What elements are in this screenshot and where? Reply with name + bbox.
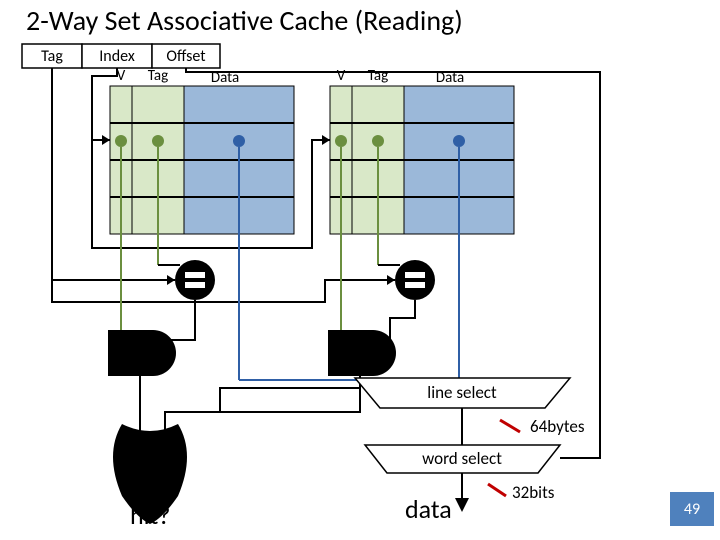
word-bits-label: 32bits xyxy=(512,482,555,503)
slide-number-badge: 49 xyxy=(670,492,714,526)
line-select-label: line select xyxy=(427,382,497,403)
way0-v-hdr: V xyxy=(117,67,126,85)
way0-tag-hdr: Tag xyxy=(148,67,168,85)
address-register: Tag Index Offset xyxy=(22,44,220,68)
way1-tag-hdr: Tag xyxy=(368,67,388,85)
page-title: 2-Way Set Associative Cache (Reading) xyxy=(26,3,463,38)
line-out-wire: 64bytes xyxy=(462,408,585,445)
addr-index-label: Index xyxy=(99,47,135,66)
data-label: data xyxy=(405,493,452,525)
hit-output: hit? xyxy=(130,494,170,531)
addr-offset-label: Offset xyxy=(166,47,206,66)
hit-label: hit? xyxy=(130,499,170,531)
way-0: V Tag Data xyxy=(110,67,294,234)
word-select-mux: word select xyxy=(365,445,560,473)
addr-tag-label: Tag xyxy=(41,47,63,66)
word-select-label: word select xyxy=(422,448,502,469)
way-1: V Tag Data xyxy=(330,67,514,234)
line-select-mux: line select xyxy=(355,378,570,408)
way1-v-hdr: V xyxy=(337,67,346,85)
data-output: data 32bits xyxy=(405,473,555,525)
line-bits-label: 64bytes xyxy=(530,416,585,437)
slide-number: 49 xyxy=(684,500,700,519)
cache-diagram: 2-Way Set Associative Cache (Reading) Ta… xyxy=(0,0,720,540)
tag-bus-branch xyxy=(52,280,395,302)
